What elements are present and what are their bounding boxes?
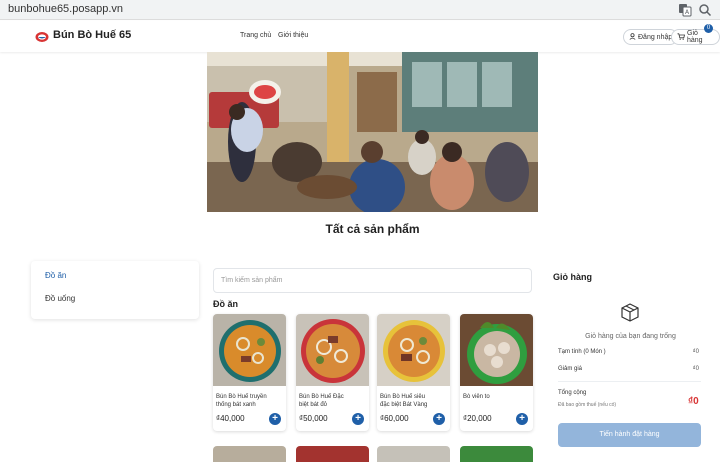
product-card[interactable] [296,446,369,462]
category-item-food[interactable]: Đồ ăn [45,271,66,280]
tax-note: Đã bao gồm thuế (nếu có) [558,402,617,408]
product-name: Bún Bò Huế Đặc biệt bát đỏ [299,394,344,408]
site-navbar: Bún Bò Huế 65 Trang chủ Giới thiệu Đăng … [0,21,720,52]
product-price: ₫20,000 [463,414,492,423]
add-to-cart-button[interactable]: + [433,413,445,425]
cart-title: Giỏ hàng [553,272,592,282]
brand-name[interactable]: Bún Bò Huế 65 [53,29,131,41]
cart-divider [558,381,701,382]
cart-count-badge: 0 [704,24,713,33]
checkout-button[interactable]: Tiến hành đặt hàng [558,423,701,447]
product-image [296,314,369,386]
page-title: Tất cả sản phẩm [325,222,420,236]
product-card[interactable]: Bún Bò Huế siêu đặc biệt Bát Vàng ₫60,00… [377,314,450,431]
group-title: Đồ ăn [213,299,239,309]
total-label: Tổng cộng [558,390,587,396]
product-image [377,314,450,386]
hero-restaurant-photo [207,52,538,212]
url-text[interactable]: bunbohue65.posapp.vn [8,3,123,15]
product-card[interactable] [213,446,286,462]
discount-label: Giảm giá [558,366,583,372]
product-card[interactable] [377,446,450,462]
category-item-drinks[interactable]: Đồ uống [45,294,75,303]
product-name: Bún Bò Huế siêu đặc biệt Bát Vàng [380,394,428,408]
product-image [213,314,286,386]
subtotal-label: Tạm tính (0 Món ) [558,349,606,355]
translate-icon[interactable]: A [678,3,692,17]
cart-empty-text: Giỏ hàng của bạn đang trống [585,333,676,340]
total-value: ₫0 [688,396,699,407]
zoom-icon[interactable] [698,3,712,17]
cart-icon [677,32,686,42]
product-card[interactable]: Bò viên to ₫20,000 + [460,314,533,431]
product-price: ₫50,000 [299,414,328,423]
product-card[interactable] [460,446,533,462]
product-card[interactable]: Bún Bò Huế Đặc biệt bát đỏ ₫50,000 + [296,314,369,431]
empty-box-icon [619,301,641,328]
user-icon [629,32,636,42]
cart-button[interactable]: Giỏ hàng [671,29,720,45]
category-sidebar: Đồ ăn Đồ uống [31,261,199,319]
discount-value: ₫0 [692,366,699,372]
product-image [460,314,533,386]
product-name: Bò viên to [463,394,490,400]
product-price: ₫40,000 [216,414,245,423]
subtotal-value: ₫0 [692,349,699,355]
product-price: ₫60,000 [380,414,409,423]
login-label: Đăng nhập [638,33,673,41]
add-to-cart-button[interactable]: + [516,413,528,425]
browser-address-bar: bunbohue65.posapp.vn A [0,0,720,20]
product-card[interactable]: Bún Bò Huế truyền thống bát xanh ₫40,000… [213,314,286,431]
brand-logo-icon[interactable] [35,30,49,42]
subtotal-row: Tạm tính (0 Món ) ₫0 [558,349,699,355]
nav-about-link[interactable]: Giới thiệu [278,32,308,39]
nav-home-link[interactable]: Trang chủ [240,32,271,39]
product-name: Bún Bò Huế truyền thống bát xanh [216,394,267,408]
search-input[interactable]: Tìm kiếm sản phẩm [213,268,532,293]
add-to-cart-button[interactable]: + [269,413,281,425]
login-button[interactable]: Đăng nhập [623,29,679,45]
add-to-cart-button[interactable]: + [352,413,364,425]
discount-row: Giảm giá ₫0 [558,366,699,372]
